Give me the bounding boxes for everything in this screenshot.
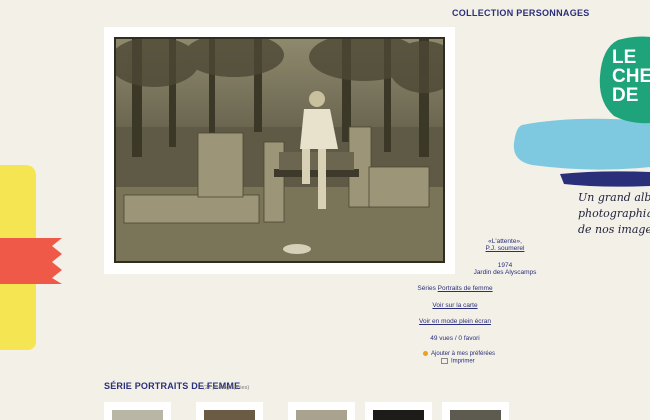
fullscreen-link[interactable]: Voir en mode plein écran bbox=[419, 318, 491, 325]
thumbnail-image bbox=[450, 410, 501, 420]
print-label: Imprimer bbox=[451, 358, 475, 365]
photo-place: Jardin des Alyscamps bbox=[473, 269, 537, 276]
tagline-line-1: Un grand albu bbox=[578, 191, 650, 204]
decorative-navy-shape bbox=[560, 171, 650, 187]
serie-thumbnail[interactable] bbox=[104, 402, 171, 420]
series-line: Séries Portraits de femme bbox=[405, 285, 505, 292]
serie-thumbnail[interactable] bbox=[365, 402, 432, 420]
collection-title[interactable]: COLLECTION PERSONNAGES bbox=[452, 8, 590, 18]
series-link[interactable]: Portraits de femme bbox=[438, 285, 493, 292]
serie-count: (22 photographies) bbox=[203, 385, 250, 391]
main-photo[interactable] bbox=[114, 37, 445, 263]
favorite-label: Ajouter à mes préférées bbox=[431, 351, 496, 358]
printer-icon bbox=[441, 358, 448, 364]
tagline-line-3: de nos images bbox=[578, 223, 650, 236]
print-action[interactable]: Imprimer bbox=[441, 358, 475, 365]
serie-thumbnail[interactable] bbox=[196, 402, 263, 420]
serie-thumbnail[interactable] bbox=[442, 402, 509, 420]
decorative-red-ribbon bbox=[0, 238, 62, 284]
map-wrapper: Voir sur la carte bbox=[420, 302, 490, 309]
thumbnail-image bbox=[112, 410, 163, 420]
tagline-line-2: photographique bbox=[578, 207, 650, 220]
map-link[interactable]: Voir sur la carte bbox=[432, 302, 477, 309]
logo-line-3: DE bbox=[612, 85, 639, 106]
view-stats: 49 vues / 0 favori bbox=[430, 335, 480, 342]
favorite-action[interactable]: Ajouter à mes préférées bbox=[423, 351, 495, 357]
photo-title: «L'attente», bbox=[488, 238, 522, 245]
star-icon bbox=[423, 351, 428, 356]
logo-text[interactable]: LE CHE DE bbox=[612, 48, 650, 105]
author-wrapper: P.J. soumerel bbox=[470, 245, 540, 252]
logo-line-1: LE bbox=[612, 47, 637, 68]
serie-thumbnail[interactable] bbox=[288, 402, 355, 420]
author-link[interactable]: P.J. soumerel bbox=[486, 245, 525, 252]
thumbnail-image bbox=[373, 410, 424, 420]
thumbnail-image bbox=[204, 410, 255, 420]
fullscreen-wrapper: Voir en mode plein écran bbox=[410, 318, 500, 325]
tagline: Un grand albu photographique de nos imag… bbox=[578, 190, 650, 238]
series-prefix: Séries bbox=[417, 285, 436, 292]
thumbnail-image bbox=[296, 410, 347, 420]
photo-year: 1974 bbox=[497, 262, 513, 269]
logo-line-2: CHE bbox=[612, 66, 650, 87]
